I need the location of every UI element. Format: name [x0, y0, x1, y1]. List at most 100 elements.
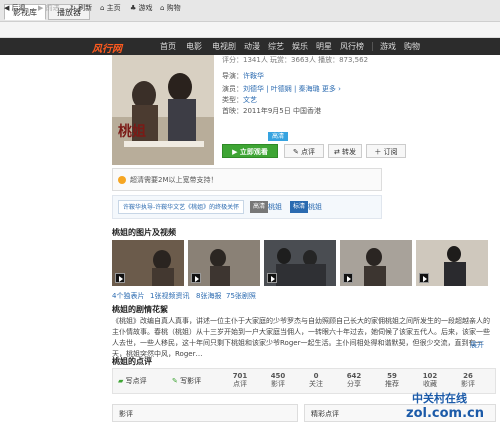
subscribe-button[interactable]: ＋ 订阅	[366, 144, 406, 158]
stat-item: 450 影评	[260, 372, 296, 388]
stat-label: 点评	[233, 380, 247, 388]
stat-item: 701 点评	[222, 372, 258, 388]
movie-poster[interactable]: 桃姐	[112, 55, 214, 165]
sd-title-link[interactable]: 桃姐	[308, 201, 322, 213]
stat-value: 701	[232, 372, 248, 380]
nav-games[interactable]: 游戏	[380, 38, 396, 55]
video-thumb[interactable]	[112, 240, 184, 286]
play-label: 立即观看	[239, 148, 268, 156]
photos-heading: 桃姐的图片及视频	[112, 228, 176, 237]
stat-item: 59 推荐	[374, 372, 410, 388]
back-label: 后退	[11, 4, 26, 12]
shop-label: 购物	[166, 4, 181, 12]
nav-variety[interactable]: 综艺	[268, 38, 284, 55]
cast-row: 演员：刘德华 | 叶德娴 | 秦海璐 更多 ›	[222, 85, 341, 94]
nav-charts[interactable]: 风行榜	[340, 38, 364, 55]
genre-label: 类型：	[222, 96, 243, 104]
nav-shopping[interactable]: 购物	[404, 38, 420, 55]
stat-label: 分享	[347, 380, 361, 388]
shop-button[interactable]: ⌂ 购物	[160, 2, 181, 14]
stat-value: 642	[346, 372, 362, 380]
write-critique-button[interactable]: ✎ 写影评	[172, 376, 201, 386]
write-critique-label: 写影评	[180, 377, 202, 385]
director-row: 导演：许鞍华	[222, 72, 264, 81]
games-button[interactable]: ♣ 游戏	[130, 2, 153, 14]
release-label: 首映：	[222, 107, 243, 115]
critique-box-header: 影评	[112, 404, 298, 422]
stat-label: 影评	[461, 380, 475, 388]
poster-art	[112, 55, 214, 165]
stat-item: 102 收藏	[412, 372, 448, 388]
forward-button[interactable]: ▶ 前进	[38, 2, 60, 14]
photos-link[interactable]: 8张海报	[196, 291, 221, 301]
video-thumb[interactable]	[416, 240, 488, 286]
photos-link[interactable]: 4个独表片	[112, 291, 144, 301]
version-link[interactable]: 许鞍华执导-许鞍华文艺《桃姐》的终极关怀	[118, 200, 245, 214]
release-row: 首映：2011年9月5日 中国香港	[222, 107, 321, 116]
pen-icon: ✎	[172, 377, 178, 385]
play-now-button[interactable]: ▶ 立即观看	[222, 144, 278, 158]
reviews-heading: 桃姐的点评	[112, 357, 152, 366]
photos-link[interactable]: 75张剧照	[226, 291, 256, 301]
browser-toolbar	[0, 22, 500, 38]
stat-item: 642 分享	[336, 372, 372, 388]
site-logo[interactable]: 风行网	[92, 40, 122, 55]
write-review-label: 写点评	[125, 377, 147, 385]
stat-label: 关注	[309, 380, 323, 388]
video-thumb[interactable]	[188, 240, 260, 286]
play-icon	[343, 273, 353, 283]
share-button[interactable]: ⇄ 转发	[328, 144, 362, 158]
stat-item: 0 关注	[298, 372, 334, 388]
back-button[interactable]: ◀ 后退	[4, 2, 26, 14]
comment-icon: ▰	[118, 377, 124, 385]
story-text: 《桃姐》改编自真人真事，讲述一位主仆于大家庭的少爷罗杰与自幼照顾自己长大的家佣桃…	[112, 317, 490, 358]
hd-tag: 高清	[250, 201, 269, 213]
cast-label: 演员：	[222, 85, 243, 93]
story-heading: 桃姐的剧情花絮	[112, 305, 168, 314]
genre-link[interactable]: 文艺	[243, 96, 257, 104]
write-review-button[interactable]: ▰ 写点评	[118, 376, 147, 386]
stat-value: 26	[463, 372, 473, 380]
nav-movies[interactable]: 电影	[186, 38, 202, 55]
stat-value: 102	[422, 372, 438, 380]
stat-item: 26 影评	[450, 372, 486, 388]
hd-badge: 高清	[268, 132, 288, 141]
stat-label: 推荐	[385, 380, 399, 388]
stat-label: 收藏	[423, 380, 437, 388]
play-icon	[267, 273, 277, 283]
nav-divider	[372, 42, 373, 51]
info-icon	[118, 176, 126, 184]
video-thumb[interactable]	[264, 240, 336, 286]
nav-stars[interactable]: 明星	[316, 38, 332, 55]
cast-links[interactable]: 刘德华 | 叶德娴 | 秦海璐 更多 ›	[243, 85, 341, 93]
expand-link[interactable]: 展开	[470, 340, 484, 350]
play-icon	[419, 273, 429, 283]
refresh-label: 刷新	[78, 4, 93, 12]
play-icon	[191, 273, 201, 283]
director-label: 导演：	[222, 72, 243, 80]
top-stats: 评分：1341人 玩赏：3663人 播放：873,562	[222, 56, 369, 64]
watermark-text: 中关村在线	[412, 392, 467, 405]
refresh-button[interactable]: ↻ 刷新	[70, 2, 92, 14]
release-value: 2011年9月5日 中国香港	[243, 107, 321, 115]
nav-tv[interactable]: 电视剧	[212, 38, 236, 55]
nav-home[interactable]: 首页	[160, 38, 176, 55]
share-label: 转发	[342, 148, 357, 156]
review-button[interactable]: ✎ 点评	[284, 144, 324, 158]
home-button[interactable]: ⌂ 主页	[100, 2, 121, 14]
hd-title-link[interactable]: 桃姐	[268, 201, 282, 213]
poster-title: 桃姐	[118, 124, 146, 140]
director-link[interactable]: 许鞍华	[243, 72, 264, 80]
stat-value: 59	[387, 372, 397, 380]
site-watermark: 中关村在线 zol.com.cn	[392, 388, 496, 430]
nav-anime[interactable]: 动漫	[244, 38, 260, 55]
stat-value: 0	[313, 372, 319, 380]
play-icon	[115, 273, 125, 283]
subscribe-label: 订阅	[383, 148, 398, 156]
sd-tag: 标清	[290, 201, 309, 213]
video-thumb[interactable]	[340, 240, 412, 286]
photos-link[interactable]: 1张视频资讯	[150, 291, 189, 301]
nav-ent[interactable]: 娱乐	[292, 38, 308, 55]
stat-value: 450	[270, 372, 286, 380]
stat-label: 影评	[271, 380, 285, 388]
